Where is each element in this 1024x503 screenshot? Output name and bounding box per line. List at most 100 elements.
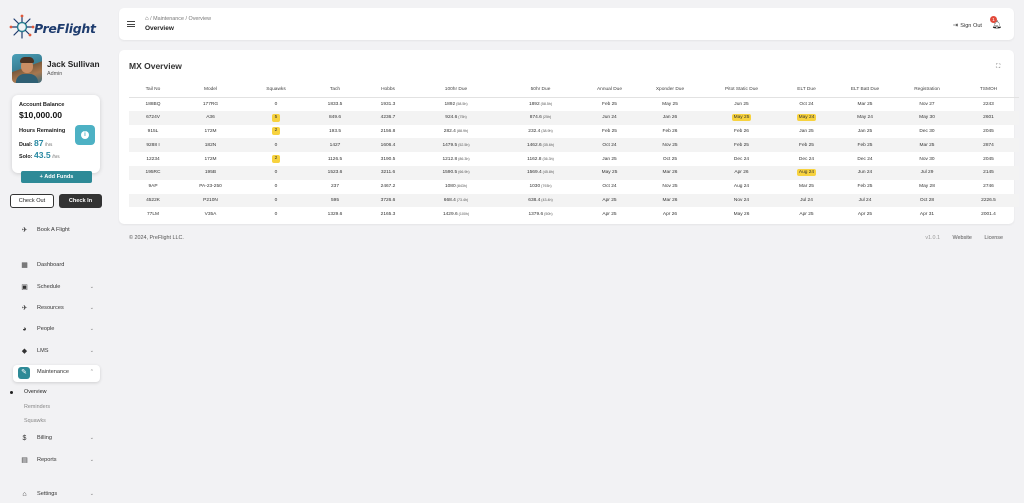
- cell-value: May 25: [601, 170, 618, 176]
- license-link[interactable]: License: [984, 235, 1003, 241]
- column-header[interactable]: 50hr Due: [498, 82, 583, 98]
- table-row[interactable]: 12234 172M 2 1126.5 3190.5 1212.8 (86.3h) 1162…: [129, 152, 1019, 166]
- cell-value[interactable]: 0: [275, 102, 278, 107]
- table-cell: 2: [244, 125, 308, 139]
- nav-lms[interactable]: ◆ LMS ⌄: [13, 344, 100, 361]
- cell-value: Jan 25: [799, 128, 814, 134]
- nav-reports[interactable]: ▤ Reports ⌄: [13, 453, 100, 470]
- cell-value: Apr 25: [602, 211, 617, 217]
- avatar[interactable]: [12, 54, 42, 83]
- column-header[interactable]: Model: [177, 82, 244, 98]
- nav-sub-overview[interactable]: Overview: [10, 389, 46, 395]
- nav-resources[interactable]: ✈ Resources ⌄: [13, 301, 100, 318]
- due-value: 1212.8: [442, 156, 458, 162]
- reports-icon: ▤: [21, 457, 28, 464]
- info-button[interactable]: i: [75, 125, 95, 145]
- chevron-down-icon: ⌄: [89, 491, 94, 497]
- column-header[interactable]: Tach: [308, 82, 362, 98]
- cell-value[interactable]: 0: [275, 184, 278, 189]
- table-row[interactable]: 9AP PA-23-250 0 237 2467.2 1080 (843h) 1030 (7…: [129, 180, 1019, 194]
- due-value: 1162.8: [527, 156, 542, 162]
- check-out-button[interactable]: Check Out: [10, 194, 54, 208]
- table-cell: 1429.6 (100h): [414, 207, 498, 221]
- table-cell: Apr 25: [583, 207, 636, 221]
- table-header-row: Tail No Model Squawks Tach Hobbs 100hr Due 50h…: [129, 82, 1019, 98]
- table-row[interactable]: 6724V A36 5 849.6 4236.7 924.6 (75h) 874.6 (25…: [129, 110, 1019, 125]
- table-cell: 12234: [129, 152, 177, 166]
- people-icon: ◕: [22, 326, 27, 333]
- home-icon[interactable]: ⌂: [145, 16, 149, 22]
- add-funds-button[interactable]: + Add Funds: [21, 171, 92, 183]
- cell-value: Nov 25: [662, 184, 678, 190]
- nav-dashboard[interactable]: ▦ Dashboard: [13, 258, 100, 275]
- cell-value[interactable]: 0: [275, 143, 278, 148]
- column-header[interactable]: ELT Due: [779, 82, 834, 98]
- column-header[interactable]: Squawks: [244, 82, 308, 98]
- squawk-badge[interactable]: 2: [272, 155, 280, 164]
- table-row[interactable]: 9288 I 182N 0 1427 1606.4 1479.5 (52.5h) 1462.…: [129, 138, 1019, 153]
- cell-value[interactable]: 0: [275, 198, 278, 203]
- cell-value: 12234: [146, 156, 160, 162]
- table-row[interactable]: 195RC 195B 0 1523.6 3211.6 1590.5 (66.9h) 1569…: [129, 165, 1019, 180]
- table-cell: 668.4 (73.4h): [414, 193, 498, 208]
- nav-sub-squawks[interactable]: Squawks: [24, 418, 46, 424]
- due-value: 638.4: [528, 197, 541, 203]
- sign-out-button[interactable]: ⇥ Sign Out: [953, 21, 982, 29]
- cell-value[interactable]: 0: [275, 170, 278, 175]
- table-cell: 4236.7: [362, 110, 414, 125]
- cell-value: 1126.5: [327, 156, 343, 162]
- table-cell: Oct 24: [583, 180, 636, 194]
- squawk-badge[interactable]: 2: [272, 127, 280, 136]
- due-remaining: (793h): [540, 184, 552, 189]
- column-header[interactable]: Pitot Static Due: [704, 82, 779, 98]
- column-header[interactable]: TSMOH: [958, 82, 1019, 98]
- nav-billing[interactable]: $ Billing ⌄: [13, 431, 100, 448]
- cell-value: Oct 24: [602, 142, 617, 148]
- squawk-badge[interactable]: 5: [272, 113, 280, 122]
- cell-value[interactable]: 0: [275, 212, 278, 217]
- cell-value: Aug 24: [733, 184, 750, 190]
- card-title: MX Overview: [129, 61, 182, 71]
- nav-settings[interactable]: ⌂ Settings ⌄: [13, 487, 100, 503]
- column-header[interactable]: Hobbs: [362, 82, 414, 98]
- table-cell: Feb 25: [779, 138, 834, 153]
- nav-book-a-flight[interactable]: ✈ Book A Flight: [13, 223, 100, 240]
- column-header[interactable]: Registration: [896, 82, 958, 98]
- nav-sub-reminders[interactable]: Reminders: [24, 404, 50, 410]
- column-header[interactable]: Annual Due: [583, 82, 636, 98]
- cell-value: A36: [206, 115, 215, 121]
- nav-label: Schedule: [37, 284, 61, 290]
- expand-icon[interactable]: ⛶: [996, 64, 1002, 70]
- table-row[interactable]: 77LM V35A 0 1329.6 2165.3 1429.6 (100h) 1379.6…: [129, 207, 1019, 221]
- cell-value: Jan 25: [857, 128, 873, 134]
- breadcrumb-maintenance[interactable]: Maintenance: [153, 16, 184, 22]
- column-header[interactable]: Tail No: [129, 82, 177, 98]
- cell-value: 6724V: [146, 115, 160, 121]
- cell-value: Apr 25: [799, 211, 814, 217]
- nav-people[interactable]: ◕ People ⌄: [13, 322, 100, 339]
- cell-value: 182N: [204, 142, 217, 148]
- nav-schedule[interactable]: ▣ Schedule ⌄: [13, 280, 100, 297]
- cell-value: 9AP: [148, 184, 158, 190]
- table-cell: 2145: [958, 165, 1019, 180]
- cell-value: Feb 25: [734, 142, 749, 148]
- footer-links: v1.0.1 Website License: [914, 235, 1003, 241]
- logo-icon: [9, 14, 35, 39]
- website-link[interactable]: Website: [953, 235, 972, 241]
- table-cell: 195B: [177, 165, 244, 180]
- check-in-button[interactable]: Check In: [59, 194, 102, 208]
- table-row[interactable]: 188BQ 177RG 0 1833.5 1931.3 1892 (58.5h) 1892 …: [129, 97, 1019, 111]
- due-remaining: (50h): [543, 211, 553, 216]
- copyright: © 2024, PreFlight LLC.: [129, 235, 184, 241]
- column-header[interactable]: Xponder Due: [636, 82, 704, 98]
- settings-icon: ⌂: [22, 491, 27, 498]
- table-cell: May 24: [834, 110, 896, 125]
- column-header[interactable]: 100hr Due: [414, 82, 498, 98]
- menu-icon[interactable]: [127, 21, 135, 27]
- cell-value: 188BQ: [145, 101, 161, 107]
- nav-maintenance[interactable]: ✎ Maintenance ⌃: [13, 365, 100, 382]
- table-row[interactable]: 915L 172M 2 193.5 2156.8 282.4 (88.9h) 232.4 (…: [129, 125, 1019, 139]
- table-cell: Oct 28: [896, 193, 958, 208]
- table-row[interactable]: 4522K P210N 0 595 3726.6 668.4 (73.4h) 638.4 (…: [129, 193, 1019, 208]
- column-header[interactable]: ELT Batt Due: [834, 82, 896, 98]
